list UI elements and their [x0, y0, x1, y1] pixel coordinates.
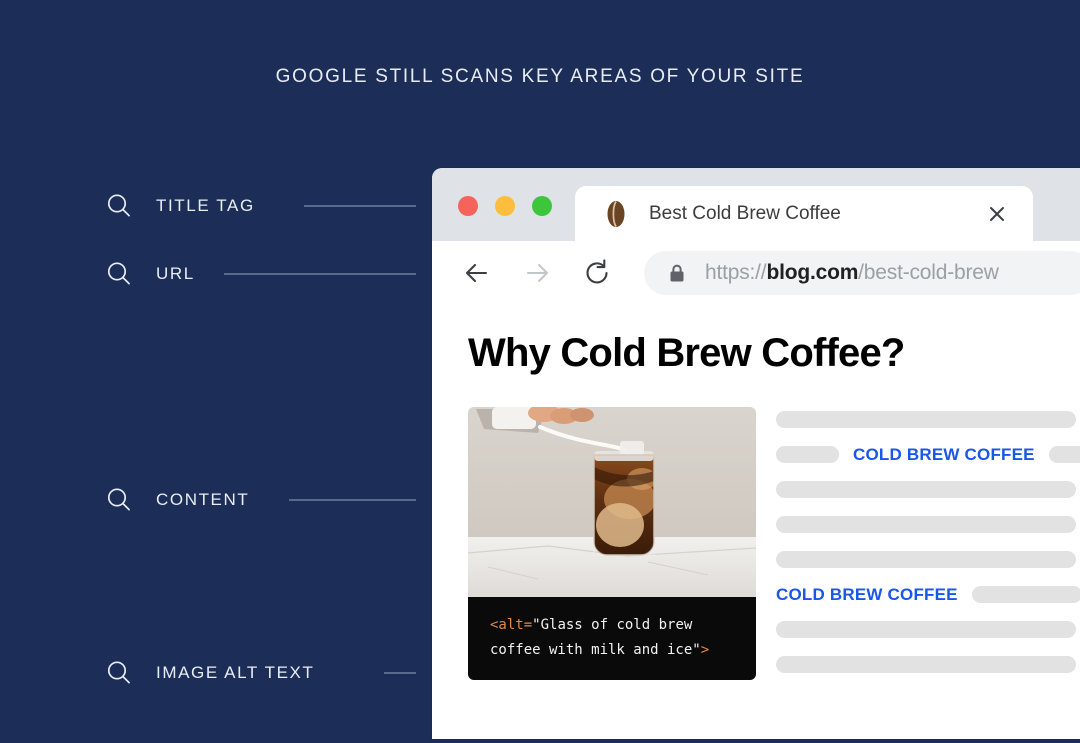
skeleton-row — [776, 481, 1080, 498]
lock-icon — [670, 264, 684, 281]
skeleton-row: COLD BREW COFFEE — [776, 585, 1080, 605]
skeleton-row — [776, 621, 1080, 638]
url-scheme: https:// — [705, 261, 767, 284]
maximize-window-button[interactable] — [532, 196, 552, 216]
alt-tag-close: > — [700, 641, 710, 658]
coffee-bean-icon — [607, 200, 625, 227]
address-bar[interactable]: https://blog.com/best-cold-brew — [644, 251, 1080, 295]
checklist-item-label: URL — [156, 264, 195, 283]
checklist-connector-line — [224, 273, 416, 275]
forward-button[interactable] — [520, 256, 554, 290]
webpage-content: Why Cold Brew Coffee? <alt="Glass of col… — [432, 305, 1080, 739]
checklist-connector-line — [384, 672, 416, 674]
keyword-link[interactable]: COLD BREW COFFEE — [776, 585, 958, 605]
reload-icon — [586, 259, 608, 284]
skeleton-bar — [776, 411, 1076, 428]
checklist-item-title-tag[interactable]: TITLE TAG — [104, 191, 416, 221]
browser-tabstrip: Best Cold Brew Coffee — [432, 168, 1080, 241]
skeleton-row: COLD BREW COFFEE — [776, 445, 1080, 465]
search-icon — [107, 488, 130, 511]
article-body: <alt="Glass of cold brew coffee with mil… — [468, 407, 1080, 691]
seo-checklist: TITLE TAG URL CONTENT IMAGE ALT TEXT — [0, 0, 432, 743]
search-icon — [107, 194, 130, 217]
checklist-connector-line — [289, 499, 416, 501]
checklist-item-label: CONTENT — [156, 490, 250, 509]
checklist-item-label: TITLE TAG — [156, 196, 255, 215]
checklist-item-image-alt-text[interactable]: IMAGE ALT TEXT — [104, 658, 416, 688]
arrow-left-icon — [465, 263, 488, 283]
search-icon — [107, 661, 130, 684]
checklist-connector-line — [304, 205, 416, 207]
search-icon — [107, 262, 130, 285]
skeleton-bar — [776, 516, 1076, 533]
skeleton-row — [776, 411, 1080, 428]
reload-button[interactable] — [580, 256, 614, 290]
url-path: /best-cold-brew — [858, 261, 999, 284]
arrow-right-icon — [526, 263, 549, 283]
article-text-skeleton: COLD BREW COFFEE COLD BREW COFFEE — [776, 407, 1080, 691]
alt-text-overlay: <alt="Glass of cold brew coffee with mil… — [468, 597, 756, 680]
skeleton-row — [776, 656, 1080, 673]
page-title: Why Cold Brew Coffee? — [468, 331, 905, 375]
skeleton-bar — [776, 446, 839, 463]
close-tab-button[interactable] — [977, 194, 1017, 234]
tab-title: Best Cold Brew Coffee — [649, 202, 841, 224]
url-host: blog.com — [766, 261, 859, 284]
skeleton-row — [776, 516, 1080, 533]
alt-text-code: <alt="Glass of cold brew coffee with mil… — [490, 613, 736, 662]
alt-tag-open: <alt= — [490, 617, 533, 633]
skeleton-bar — [776, 621, 1076, 638]
close-window-button[interactable] — [458, 196, 478, 216]
back-button[interactable] — [460, 256, 494, 290]
checklist-item-url[interactable]: URL — [104, 259, 416, 289]
cold-brew-photo — [468, 407, 756, 597]
checklist-item-content[interactable]: CONTENT — [104, 485, 416, 515]
browser-window: Best Cold Brew Coffee https://blog.com/b… — [432, 168, 1080, 739]
skeleton-bar — [776, 481, 1076, 498]
skeleton-bar — [971, 586, 1080, 603]
close-icon — [990, 206, 1004, 221]
window-controls — [458, 196, 552, 216]
skeleton-bar — [776, 551, 1076, 568]
browser-toolbar: https://blog.com/best-cold-brew — [432, 241, 1080, 305]
minimize-window-button[interactable] — [495, 196, 515, 216]
article-image-block: <alt="Glass of cold brew coffee with mil… — [468, 407, 756, 691]
skeleton-bar — [1048, 446, 1080, 463]
address-bar-url: https://blog.com/best-cold-brew — [705, 261, 999, 285]
skeleton-bar — [776, 656, 1076, 673]
keyword-link[interactable]: COLD BREW COFFEE — [853, 445, 1035, 465]
checklist-item-label: IMAGE ALT TEXT — [156, 663, 315, 682]
skeleton-row — [776, 551, 1080, 568]
browser-tab[interactable]: Best Cold Brew Coffee — [575, 186, 1033, 241]
